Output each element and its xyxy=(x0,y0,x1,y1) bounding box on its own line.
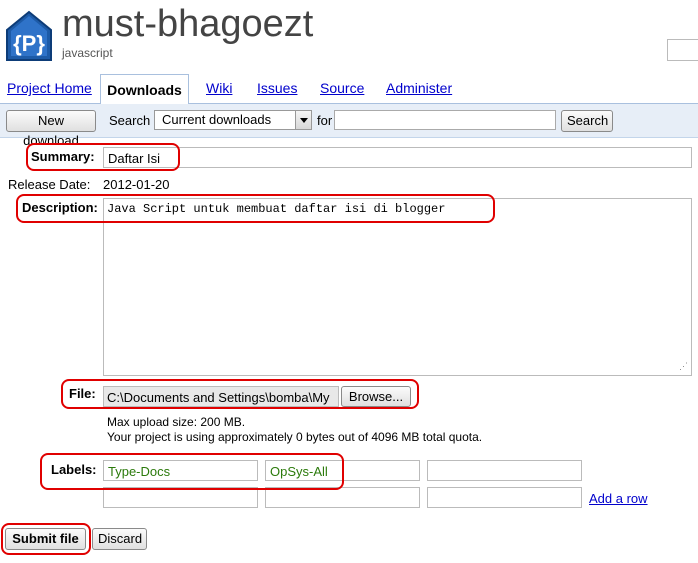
tab-project-home[interactable]: Project Home xyxy=(7,80,92,96)
select-value: Current downloads xyxy=(162,112,272,127)
label-input-6[interactable] xyxy=(427,487,582,508)
quota-text: Your project is using approximately 0 by… xyxy=(107,430,483,444)
downloads-scope-select[interactable]: Current downloads xyxy=(154,110,312,130)
tab-downloads[interactable]: Downloads xyxy=(100,74,189,104)
file-label: File: xyxy=(69,386,96,401)
tab-administer[interactable]: Administer xyxy=(386,80,452,96)
label-input-1[interactable]: Type-Docs xyxy=(103,460,258,481)
tab-source[interactable]: Source xyxy=(320,80,364,96)
project-search-input[interactable] xyxy=(667,39,698,61)
summary-input[interactable]: Daftar Isi xyxy=(103,147,692,168)
description-textarea[interactable]: Java Script untuk membuat daftar isi di … xyxy=(103,198,692,376)
project-logo-icon[interactable]: {P} xyxy=(5,10,53,62)
label-input-3[interactable] xyxy=(427,460,582,481)
label-input-5[interactable] xyxy=(265,487,420,508)
search-label: Search xyxy=(109,113,151,128)
search-button[interactable]: Search xyxy=(561,110,613,132)
svg-text:{P}: {P} xyxy=(13,31,45,56)
for-label: for xyxy=(317,113,333,128)
chevron-down-icon[interactable] xyxy=(295,111,311,129)
description-label: Description: xyxy=(22,200,98,215)
add-row-link[interactable]: Add a row xyxy=(589,491,648,506)
new-download-button[interactable]: New download xyxy=(6,110,96,148)
summary-label: Summary: xyxy=(31,149,95,164)
label-input-4[interactable] xyxy=(103,487,258,508)
browse-button[interactable]: Browse... xyxy=(341,386,411,407)
release-date-label: Release Date: xyxy=(8,177,91,192)
label-input-2[interactable]: OpSys-All xyxy=(265,460,420,481)
labels-label: Labels: xyxy=(51,462,97,477)
project-name: must-bhagoezt xyxy=(62,3,314,45)
max-upload-size: Max upload size: 200 MB. xyxy=(107,415,246,429)
description-text: Java Script untuk membuat daftar isi di … xyxy=(107,202,446,216)
discard-button[interactable]: Discard xyxy=(92,528,147,550)
tab-wiki[interactable]: Wiki xyxy=(206,80,232,96)
resize-grip-icon[interactable]: ⋰ xyxy=(679,363,689,373)
release-date-value: 2012-01-20 xyxy=(103,177,170,192)
file-path-input[interactable]: C:\Documents and Settings\bomba\My xyxy=(103,386,339,407)
submit-file-button[interactable]: Submit file xyxy=(5,528,86,550)
project-summary: javascript xyxy=(62,46,113,60)
tab-issues[interactable]: Issues xyxy=(257,80,297,96)
search-query-input[interactable] xyxy=(334,110,556,130)
